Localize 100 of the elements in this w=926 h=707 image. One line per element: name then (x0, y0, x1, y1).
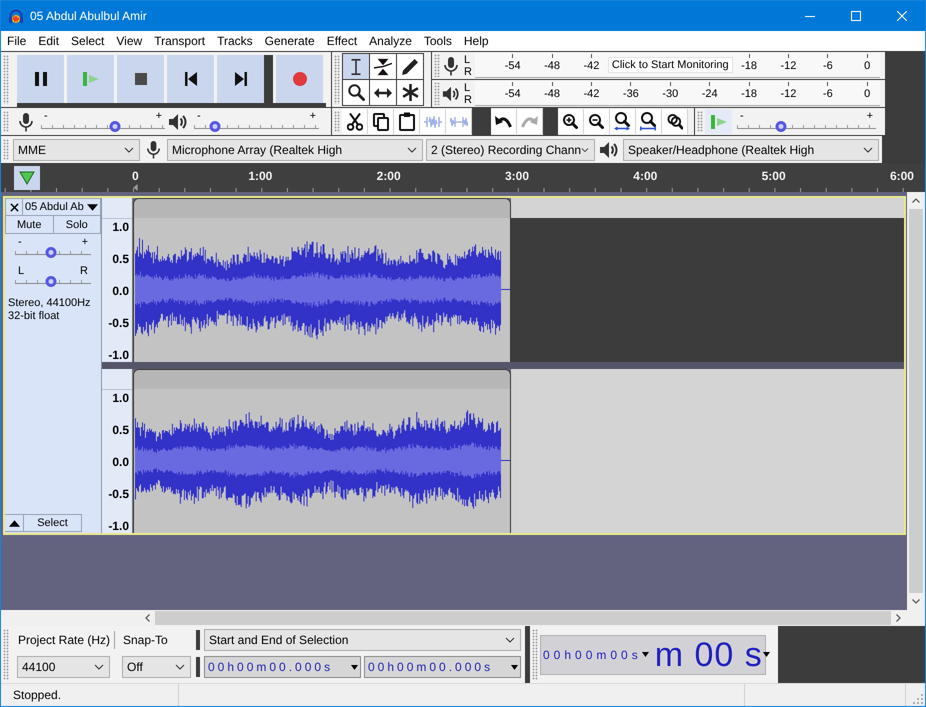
dropdown-triangle-icon[interactable] (351, 664, 358, 670)
pause-button[interactable] (17, 55, 64, 103)
playback-level-meter[interactable]: -54 -48 -42 -36 -30 -24 -18 -12 -6 0 (475, 81, 880, 106)
dropdown-triangle-icon[interactable] (511, 664, 518, 670)
clip-header-bar[interactable] (134, 199, 510, 218)
clip-header-bar[interactable] (134, 370, 510, 389)
amplitude-label: 0.5 (112, 252, 129, 266)
timeline-options-button[interactable] (14, 166, 40, 190)
toolbar-grip[interactable] (3, 139, 9, 160)
menu-item[interactable]: View (110, 31, 148, 51)
toolbar-grip[interactable] (3, 629, 9, 680)
audio-track[interactable]: 05 Abdul Ab Mute Solo - + L R Stereo, 44100Hz 32-bit float Select 1.0 0.5 0.0 -0.5 -1.0 1.0 0.5 0.0 -0.5 -1.0 (3, 196, 906, 535)
meter-scale-label: -42 (584, 60, 600, 73)
menu-item[interactable]: Tracks (211, 31, 259, 51)
menu-item[interactable]: Select (65, 31, 110, 51)
recording-channels-dropdown[interactable]: 2 (Stereo) Recording Chann (426, 138, 595, 160)
chevron-down-icon (94, 664, 104, 670)
toolbar-grip[interactable] (434, 82, 440, 105)
menu-item[interactable]: Help (458, 31, 495, 51)
toolbar-grip[interactable] (334, 111, 340, 132)
chevron-down-icon (505, 637, 515, 643)
copy-button[interactable] (368, 109, 394, 134)
fit-selection-button[interactable] (610, 109, 636, 134)
slider-thumb[interactable] (110, 121, 121, 132)
select-track-button[interactable]: Select (24, 514, 82, 532)
selection-end-time-field[interactable]: 00h00m00.000s (364, 656, 521, 678)
headphones-icon (8, 8, 24, 24)
toolbar-grip[interactable] (697, 111, 703, 132)
record-button[interactable] (276, 55, 323, 103)
amplitude-label: 1.0 (112, 391, 129, 405)
audio-host-dropdown[interactable]: MME (13, 138, 140, 160)
skip-to-end-button[interactable] (217, 55, 264, 103)
zoom-toggle-button[interactable] (662, 109, 688, 134)
slider-thumb[interactable] (46, 276, 57, 287)
envelope-tool-button[interactable] (370, 54, 396, 79)
draw-tool-button[interactable] (397, 54, 423, 79)
menu-item[interactable]: Tools (418, 31, 458, 51)
cut-button[interactable] (342, 109, 368, 134)
zoom-out-icon (589, 114, 604, 129)
zoom-in-button[interactable] (558, 109, 584, 134)
recording-device-dropdown[interactable]: Microphone Array (Realtek High (167, 138, 423, 160)
menu-item[interactable]: Transport (148, 31, 212, 51)
undo-button[interactable] (491, 109, 517, 134)
speaker-icon (168, 112, 188, 132)
slider-thumb[interactable] (210, 121, 221, 132)
toolbar-grip[interactable] (334, 55, 340, 104)
chevron-up-icon[interactable] (912, 198, 920, 203)
project-rate-dropdown[interactable]: 44100 (17, 656, 110, 678)
stop-button[interactable] (117, 55, 164, 103)
meter-channel-label: L (464, 82, 472, 94)
dropdown-triangle-icon[interactable] (762, 652, 770, 657)
menu-item[interactable]: Analyze (363, 31, 418, 51)
scrollbar-thumb[interactable] (909, 209, 923, 593)
solo-button[interactable]: Solo (54, 216, 101, 234)
skip-to-start-button[interactable] (167, 55, 214, 103)
pencil-icon (402, 58, 418, 74)
timeline-label: 5:00 (762, 170, 786, 182)
start-monitoring-prompt[interactable]: Click to Start Monitoring (608, 57, 733, 73)
slider-max-label: R (80, 266, 88, 276)
timeline-ruler[interactable]: 0 1:00 2:00 3:00 4:00 5:00 6:00 (1, 164, 925, 192)
menu-item[interactable]: File (1, 31, 32, 51)
chevron-left-icon[interactable] (145, 614, 150, 622)
chevron-down-icon[interactable] (912, 599, 920, 604)
track-name-menu[interactable]: 05 Abdul Ab (23, 198, 101, 216)
recording-level-meter[interactable]: -54 -48 -42 Click to Start Monitoring -18 -12 -6 0 (475, 53, 880, 78)
menu-item[interactable]: Edit (32, 31, 66, 51)
zoom-out-button[interactable] (584, 109, 610, 134)
menu-item[interactable]: Generate (258, 31, 321, 51)
menu-item[interactable]: Effect (320, 31, 364, 51)
paste-button[interactable] (394, 109, 420, 134)
multi-tool-button[interactable] (397, 80, 423, 105)
time-shift-tool-button[interactable] (370, 80, 396, 105)
toolbar-grip[interactable] (3, 55, 9, 104)
toolbar-grip[interactable] (532, 629, 538, 680)
speaker-icon (442, 84, 460, 102)
time-display-small-text: 00h00m00s (543, 648, 642, 662)
playback-device-dropdown[interactable]: Speaker/Headphone (Realtek High (623, 138, 879, 160)
copy-icon (372, 112, 388, 130)
triangle-marker-icon (133, 184, 138, 191)
slider-thumb[interactable] (46, 247, 57, 258)
chevron-down-icon (863, 146, 873, 152)
mute-button[interactable]: Mute (5, 216, 54, 234)
toolbar-grip[interactable] (434, 54, 440, 77)
dropdown-triangle-icon[interactable] (642, 652, 649, 657)
track-info-text: Stereo, 44100Hz (8, 297, 92, 310)
snap-to-dropdown[interactable]: Off (122, 656, 191, 678)
resize-grip-icon[interactable] (913, 694, 923, 704)
selection-format-dropdown[interactable]: Start and End of Selection (204, 629, 521, 651)
meter-scale-label: -48 (544, 60, 560, 73)
fit-project-button[interactable] (636, 109, 662, 134)
selection-start-time-field[interactable]: 00h00m00.000s (204, 656, 361, 678)
chevron-right-icon[interactable] (896, 614, 901, 622)
triangle-up-icon (8, 520, 20, 526)
slider-thumb[interactable] (776, 121, 787, 132)
microphone-icon (145, 140, 162, 159)
toolbar-grip[interactable] (3, 111, 9, 132)
zoom-tool-button[interactable] (343, 80, 369, 105)
scrollbar-thumb[interactable] (155, 611, 891, 625)
selection-tool-button[interactable] (343, 54, 369, 79)
meter-scale-label: -18 (741, 60, 757, 73)
